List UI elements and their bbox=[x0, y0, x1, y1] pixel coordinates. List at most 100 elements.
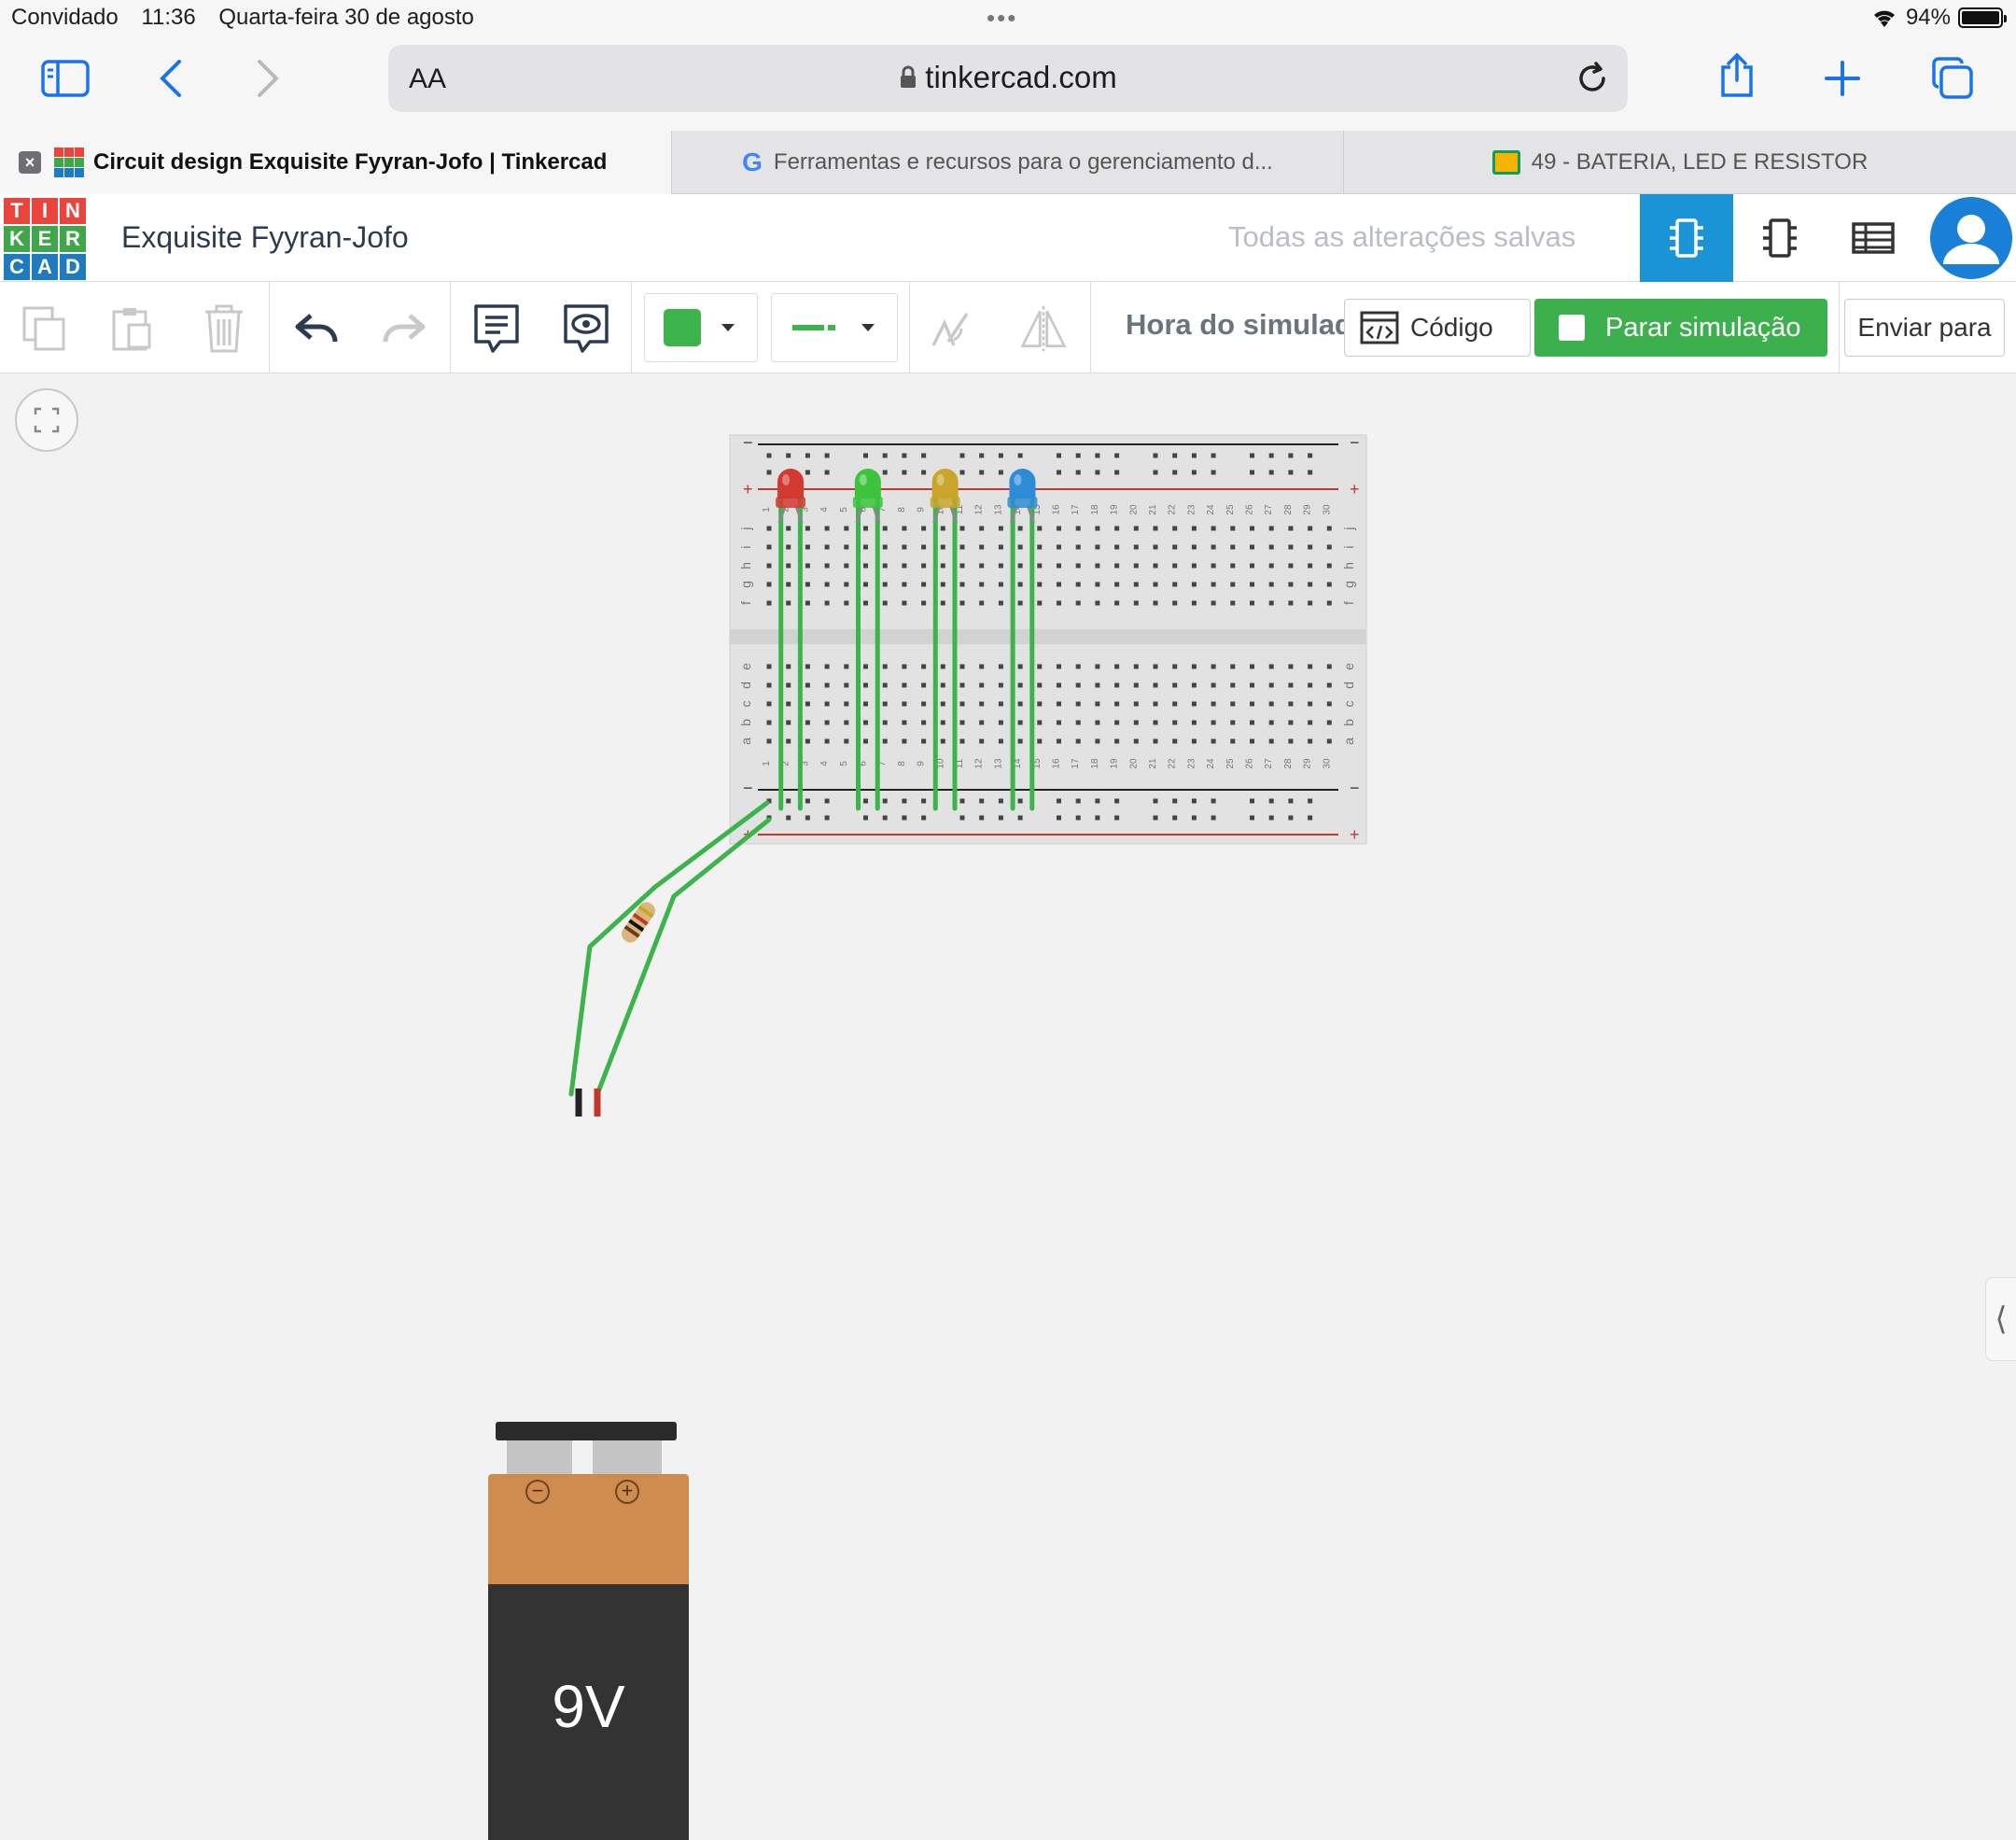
breadboard-hole bbox=[766, 544, 772, 550]
breadboard-hole bbox=[1191, 544, 1197, 550]
schematic-list-button[interactable] bbox=[1827, 194, 1920, 282]
breadboard-hole bbox=[940, 600, 945, 606]
breadboard-hole bbox=[979, 582, 985, 587]
breadboard-hole bbox=[863, 701, 868, 707]
tab-classroom[interactable]: 49 - BATERIA, LED E RESISTOR bbox=[1344, 131, 2016, 194]
breadboard-hole bbox=[1230, 563, 1236, 569]
breadboard-hole bbox=[1075, 682, 1081, 688]
breadboard-hole bbox=[959, 526, 965, 531]
rail-hole bbox=[1075, 798, 1081, 804]
delete-icon[interactable] bbox=[198, 302, 250, 355]
url-display[interactable]: tinkercad.com bbox=[388, 60, 1628, 95]
column-number-label: 27 bbox=[1264, 758, 1274, 769]
breadboard-hole bbox=[921, 738, 927, 744]
breadboard-hole bbox=[786, 664, 791, 669]
multitask-dots-icon[interactable]: ••• bbox=[987, 4, 1017, 33]
breadboard-hole bbox=[1230, 582, 1236, 587]
column-number-label: 20 bbox=[1128, 758, 1139, 769]
wire-color-dropdown[interactable] bbox=[644, 293, 758, 362]
breadboard[interactable]: 1122334455667788991010111112121313141415… bbox=[729, 433, 1367, 845]
breadboard-hole bbox=[1211, 563, 1216, 569]
breadboard-hole bbox=[1211, 682, 1216, 688]
breadboard-hole bbox=[1268, 563, 1274, 569]
components-button[interactable] bbox=[1733, 194, 1827, 282]
flip-icon[interactable] bbox=[1017, 302, 1070, 355]
forward-arrow-icon[interactable] bbox=[254, 58, 282, 104]
breadboard-hole bbox=[863, 526, 868, 531]
sidebar-toggle-icon[interactable] bbox=[41, 58, 90, 104]
breadboard-hole bbox=[902, 544, 907, 550]
status-left: Convidado 11:36 Quarta-feira 30 de agost… bbox=[11, 5, 491, 31]
breadboard-hole bbox=[1308, 738, 1313, 744]
rotate-icon[interactable] bbox=[924, 302, 976, 355]
notes-icon[interactable] bbox=[470, 302, 523, 355]
breadboard-hole bbox=[979, 701, 985, 707]
breadboard-hole bbox=[1230, 600, 1236, 606]
breadboard-hole bbox=[863, 720, 868, 725]
breadboard-hole bbox=[766, 600, 772, 606]
share-icon[interactable] bbox=[1717, 52, 1757, 104]
resistor[interactable] bbox=[619, 899, 658, 946]
circuit-view-button[interactable] bbox=[1640, 194, 1733, 282]
tabs-overview-icon[interactable] bbox=[1930, 56, 1975, 105]
breadboard-hole bbox=[1153, 664, 1158, 669]
notes-visibility-icon[interactable] bbox=[560, 302, 612, 355]
column-number-label: 26 bbox=[1245, 758, 1255, 769]
address-field[interactable]: AA tinkercad.com bbox=[388, 45, 1628, 112]
row-letter-label: f bbox=[738, 601, 753, 605]
breadboard-hole bbox=[959, 600, 965, 606]
row-letter-label: f bbox=[1341, 601, 1356, 605]
row-letter-label: d bbox=[738, 681, 753, 689]
column-number-label: 16 bbox=[1052, 758, 1062, 769]
breadboard-hole bbox=[786, 682, 791, 688]
avatar[interactable] bbox=[1926, 194, 2016, 282]
status-date: Quarta-feira 30 de agosto bbox=[218, 5, 474, 30]
back-arrow-icon[interactable] bbox=[157, 58, 185, 104]
copy-icon[interactable] bbox=[19, 302, 71, 355]
redo-icon[interactable] bbox=[377, 302, 429, 355]
breadboard-hole bbox=[1095, 582, 1100, 587]
logo-tile: D bbox=[60, 254, 86, 280]
code-button[interactable]: Código bbox=[1344, 299, 1531, 357]
breadboard-hole bbox=[1211, 720, 1216, 725]
rail-hole bbox=[786, 815, 791, 821]
tab-google[interactable]: G Ferramentas e recursos para o gerencia… bbox=[672, 131, 1344, 194]
rail-hole bbox=[979, 798, 985, 804]
breadboard-hole bbox=[1017, 582, 1023, 587]
reload-icon[interactable] bbox=[1575, 60, 1609, 100]
breadboard-hole bbox=[959, 701, 965, 707]
breadboard-hole bbox=[902, 738, 907, 744]
breadboard-hole bbox=[786, 544, 791, 550]
paste-icon[interactable] bbox=[106, 302, 159, 355]
breadboard-hole bbox=[863, 563, 868, 569]
breadboard-hole bbox=[1172, 526, 1178, 531]
breadboard-hole bbox=[1250, 682, 1254, 688]
project-name[interactable]: Exquisite Fyyran-Jofo bbox=[121, 220, 409, 255]
close-tab-icon[interactable]: × bbox=[19, 151, 41, 174]
battery-terminal-negative[interactable] bbox=[507, 1440, 572, 1474]
undo-icon[interactable] bbox=[291, 302, 343, 355]
breadboard-hole bbox=[1326, 720, 1332, 725]
breadboard-hole bbox=[805, 738, 810, 744]
breadboard-hole bbox=[940, 563, 945, 569]
tab-tinkercad[interactable]: × Circuit design Exquisite Fyyran-Jofo |… bbox=[0, 131, 672, 194]
column-number-label: 28 bbox=[1283, 758, 1294, 769]
breadboard-channel bbox=[730, 629, 1366, 644]
led-blue bbox=[1009, 469, 1036, 499]
breadboard-hole bbox=[1288, 738, 1294, 744]
stop-simulation-button[interactable]: Parar simulação bbox=[1534, 299, 1827, 357]
tinkercad-logo[interactable]: TIN KER CAD bbox=[4, 198, 86, 280]
breadboard-hole bbox=[1326, 563, 1332, 569]
battery-9v[interactable]: − + 9V bbox=[488, 1422, 689, 1840]
wire-type-dropdown[interactable] bbox=[771, 293, 898, 362]
column-number-label: 22 bbox=[1168, 758, 1178, 769]
send-to-button[interactable]: Enviar para bbox=[1844, 299, 2005, 357]
battery-snap bbox=[496, 1422, 677, 1440]
breadboard-hole bbox=[1326, 600, 1332, 606]
circuit-canvas[interactable]: ⟨ 1 1 2 2 3 3 4 4 5 5 6 6 7 7 8 8 9 9 10 10 11 11 12 12 13 13 14 14… bbox=[0, 373, 2016, 1840]
rail-hole bbox=[979, 453, 985, 458]
column-number-label: 24 bbox=[1206, 504, 1216, 515]
breadboard-hole bbox=[959, 563, 965, 569]
new-tab-plus-icon[interactable] bbox=[1824, 60, 1861, 102]
battery-terminal-positive[interactable] bbox=[593, 1440, 662, 1474]
